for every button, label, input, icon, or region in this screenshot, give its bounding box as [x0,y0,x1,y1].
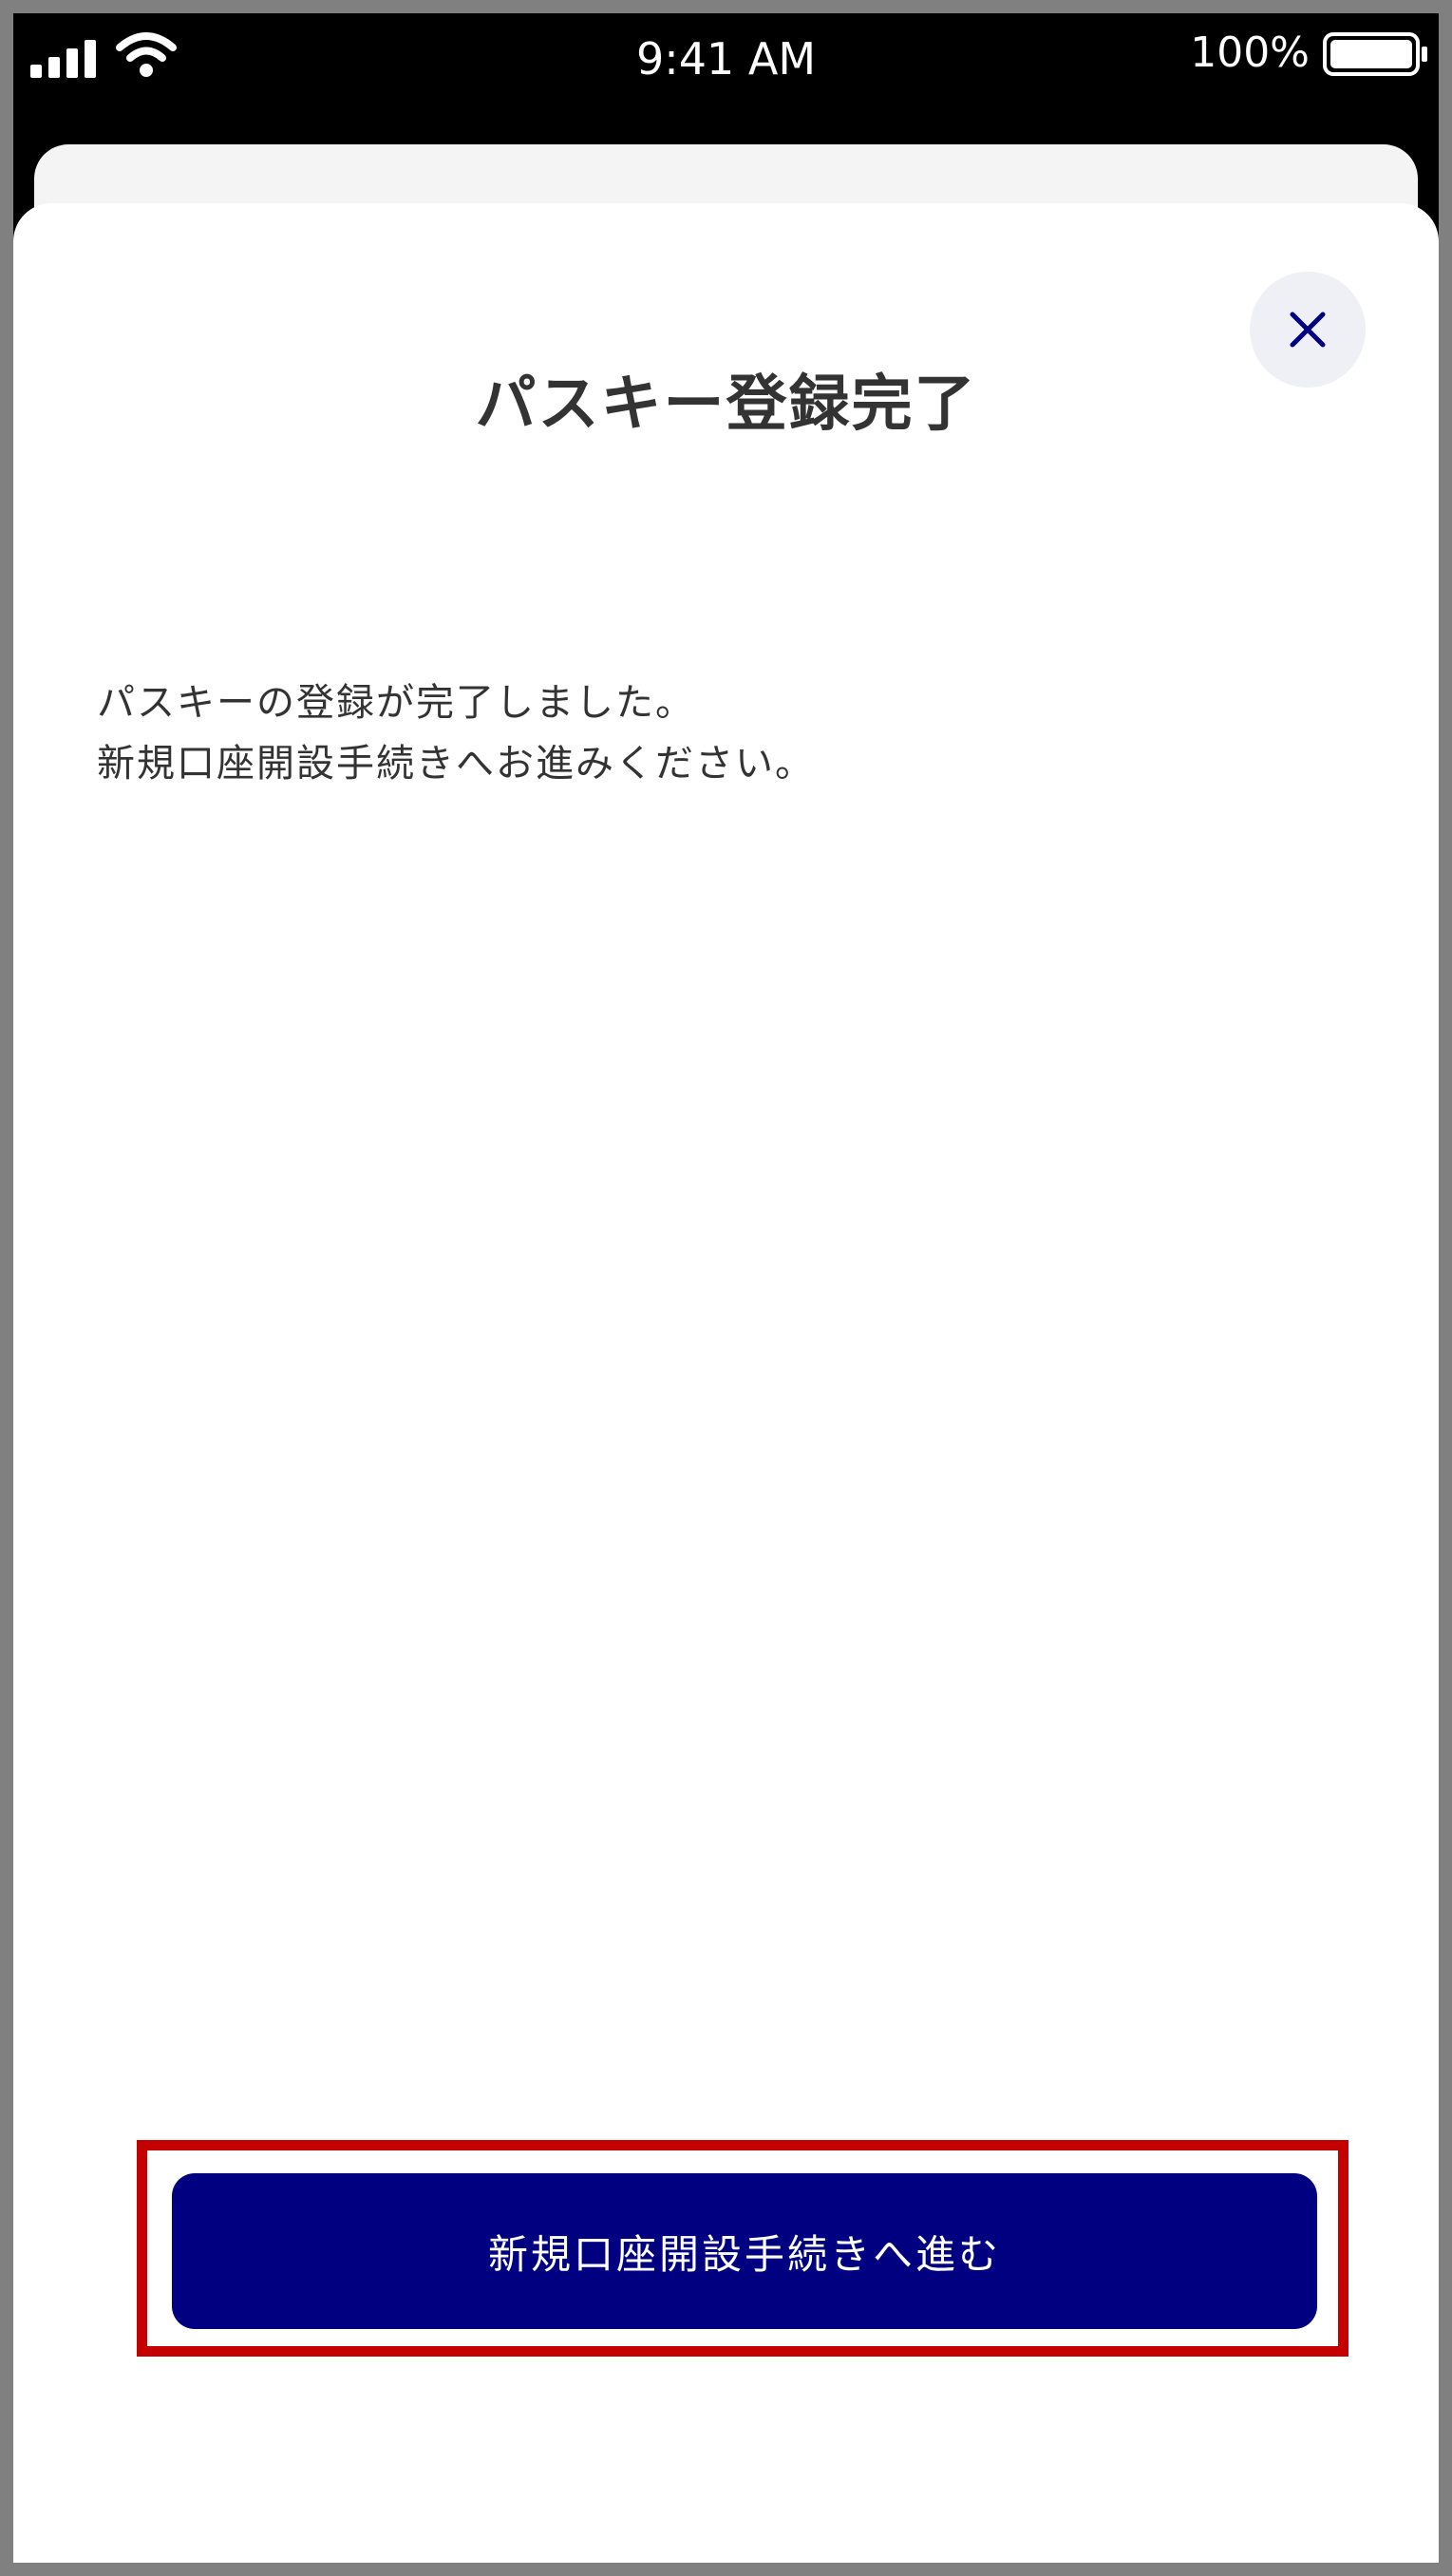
message-line: 新規口座開設手続きへお進みください。 [97,742,815,786]
message-line: パスキーの登録が完了しました。 [97,681,695,725]
battery-percent: 100% [1190,28,1310,77]
phone-frame: 9:41 AM 100% パスキー登録完了 パスキーの登録が完了しました。 新規… [0,0,1452,2576]
proceed-account-opening-button[interactable]: 新規口座開設手続きへ進む [172,2173,1317,2329]
completion-dialog: パスキー登録完了 パスキーの登録が完了しました。 新規口座開設手続きへお進みくだ… [13,203,1439,2563]
close-icon [1290,312,1326,348]
status-bar: 9:41 AM 100% [13,13,1439,156]
dialog-message: パスキーの登録が完了しました。 新規口座開設手続きへお進みください。 [97,672,815,794]
highlight-box: 新規口座開設手続きへ進む [137,2140,1348,2357]
battery-icon [1323,32,1427,76]
dialog-title: パスキー登録完了 [475,369,977,440]
